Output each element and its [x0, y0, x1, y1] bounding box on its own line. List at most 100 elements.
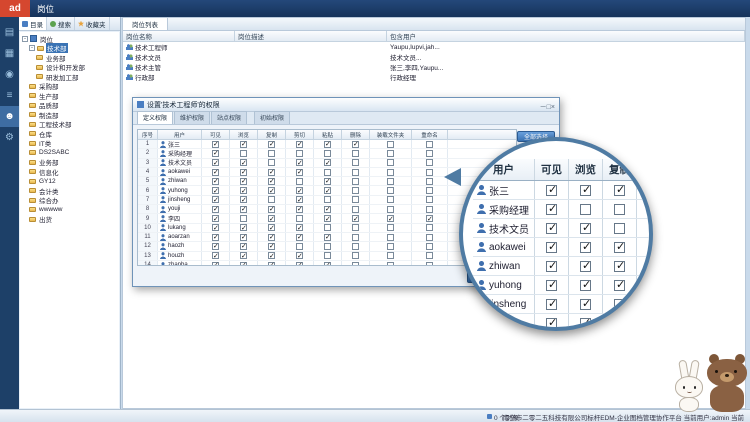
checkbox[interactable] — [296, 196, 303, 203]
tree-item[interactable]: -技术部 — [20, 44, 119, 54]
checkbox[interactable] — [240, 252, 247, 259]
left-tab-3[interactable]: 收藏夹 — [75, 17, 110, 30]
checkbox[interactable] — [352, 215, 359, 222]
checkbox[interactable] — [240, 262, 247, 267]
checkbox[interactable] — [240, 169, 247, 176]
checkbox[interactable] — [268, 215, 275, 222]
checkbox[interactable] — [426, 234, 433, 241]
tab-position-list[interactable]: 岗位列表 — [123, 18, 168, 30]
dialog-tab-3[interactable]: 站点权限 — [211, 111, 247, 124]
checkbox[interactable] — [352, 234, 359, 241]
checkbox[interactable] — [212, 252, 219, 259]
checkbox[interactable] — [240, 141, 247, 148]
checkbox[interactable] — [352, 187, 359, 194]
twisty-icon[interactable]: - — [29, 45, 35, 51]
tree-item[interactable]: 研发加工部 — [20, 72, 119, 82]
list-icon[interactable]: ≡ — [0, 85, 19, 106]
checkbox[interactable] — [387, 178, 394, 185]
checkbox[interactable] — [324, 187, 331, 194]
minimize-icon[interactable]: － — [540, 104, 547, 111]
checkbox[interactable] — [324, 206, 331, 213]
checkbox[interactable] — [324, 169, 331, 176]
checkbox[interactable] — [212, 169, 219, 176]
checkbox[interactable] — [387, 262, 394, 267]
checkbox[interactable] — [324, 178, 331, 185]
checkbox[interactable] — [426, 224, 433, 231]
checkbox[interactable] — [296, 150, 303, 157]
checkbox[interactable] — [387, 215, 394, 222]
checkbox[interactable] — [387, 243, 394, 250]
checkbox[interactable] — [352, 178, 359, 185]
checkbox[interactable] — [352, 206, 359, 213]
checkbox[interactable] — [296, 243, 303, 250]
image-icon[interactable]: ▦ — [0, 43, 19, 64]
checkbox[interactable] — [324, 262, 331, 267]
checkbox[interactable] — [387, 187, 394, 194]
checkbox[interactable] — [240, 234, 247, 241]
checkbox[interactable] — [212, 243, 219, 250]
checkbox[interactable] — [212, 159, 219, 166]
checkbox[interactable] — [324, 252, 331, 259]
checkbox[interactable] — [426, 187, 433, 194]
checkbox[interactable] — [212, 141, 219, 148]
tree-item[interactable]: 业务部 — [20, 53, 119, 63]
checkbox[interactable] — [240, 243, 247, 250]
checkbox[interactable] — [296, 159, 303, 166]
checkbox[interactable] — [426, 252, 433, 259]
checkbox[interactable] — [352, 252, 359, 259]
checkbox[interactable] — [352, 159, 359, 166]
checkbox[interactable] — [426, 243, 433, 250]
checkbox[interactable] — [426, 159, 433, 166]
tree-item[interactable]: GY12 — [20, 177, 119, 187]
checkbox[interactable] — [240, 178, 247, 185]
left-tab-1[interactable]: 目录 — [19, 17, 47, 30]
checkbox[interactable] — [268, 262, 275, 267]
checkbox[interactable] — [296, 234, 303, 241]
checkbox[interactable] — [387, 159, 394, 166]
checkbox[interactable] — [324, 215, 331, 222]
tree-item[interactable]: -岗位 — [20, 34, 119, 44]
tree-item[interactable]: DS2SABC — [20, 148, 119, 158]
chart-icon[interactable]: ▤ — [0, 22, 19, 43]
checkbox[interactable] — [296, 178, 303, 185]
checkbox[interactable] — [352, 262, 359, 267]
checkbox[interactable] — [387, 196, 394, 203]
dialog-tab-2[interactable]: 维护权限 — [174, 111, 210, 124]
checkbox[interactable] — [212, 215, 219, 222]
record-icon[interactable]: ◉ — [0, 64, 19, 85]
checkbox[interactable] — [268, 178, 275, 185]
left-tab-2[interactable]: 搜索 — [47, 17, 75, 30]
checkbox[interactable] — [324, 243, 331, 250]
checkbox[interactable] — [240, 196, 247, 203]
checkbox[interactable] — [387, 206, 394, 213]
checkbox[interactable] — [296, 187, 303, 194]
checkbox[interactable] — [212, 234, 219, 241]
checkbox[interactable] — [387, 252, 394, 259]
checkbox[interactable] — [268, 141, 275, 148]
tree-item[interactable]: 采购部 — [20, 82, 119, 92]
table-row[interactable]: 技术文员技术文员... — [123, 52, 745, 62]
table-row[interactable]: 技术主管张三,李四,Yaupu... — [123, 62, 745, 72]
tree-item[interactable]: 综合办 — [20, 196, 119, 206]
checkbox[interactable] — [212, 224, 219, 231]
tree-item[interactable]: 业务部 — [20, 158, 119, 168]
checkbox[interactable] — [324, 159, 331, 166]
checkbox[interactable] — [387, 141, 394, 148]
checkbox[interactable] — [296, 215, 303, 222]
checkbox[interactable] — [296, 224, 303, 231]
tree-item[interactable]: wwwww — [20, 205, 119, 215]
checkbox[interactable] — [268, 150, 275, 157]
tree-item[interactable]: 出货 — [20, 215, 119, 225]
tree-item[interactable]: 工程技术部 — [20, 120, 119, 130]
checkbox[interactable] — [268, 206, 275, 213]
checkbox[interactable] — [387, 150, 394, 157]
checkbox[interactable] — [426, 141, 433, 148]
checkbox[interactable] — [352, 196, 359, 203]
checkbox[interactable] — [352, 150, 359, 157]
checkbox[interactable] — [352, 224, 359, 231]
checkbox[interactable] — [240, 206, 247, 213]
checkbox[interactable] — [268, 159, 275, 166]
checkbox[interactable] — [324, 141, 331, 148]
checkbox[interactable] — [240, 159, 247, 166]
dialog-title-bar[interactable]: 设置'技术工程师'的权限 －□× — [133, 98, 559, 112]
